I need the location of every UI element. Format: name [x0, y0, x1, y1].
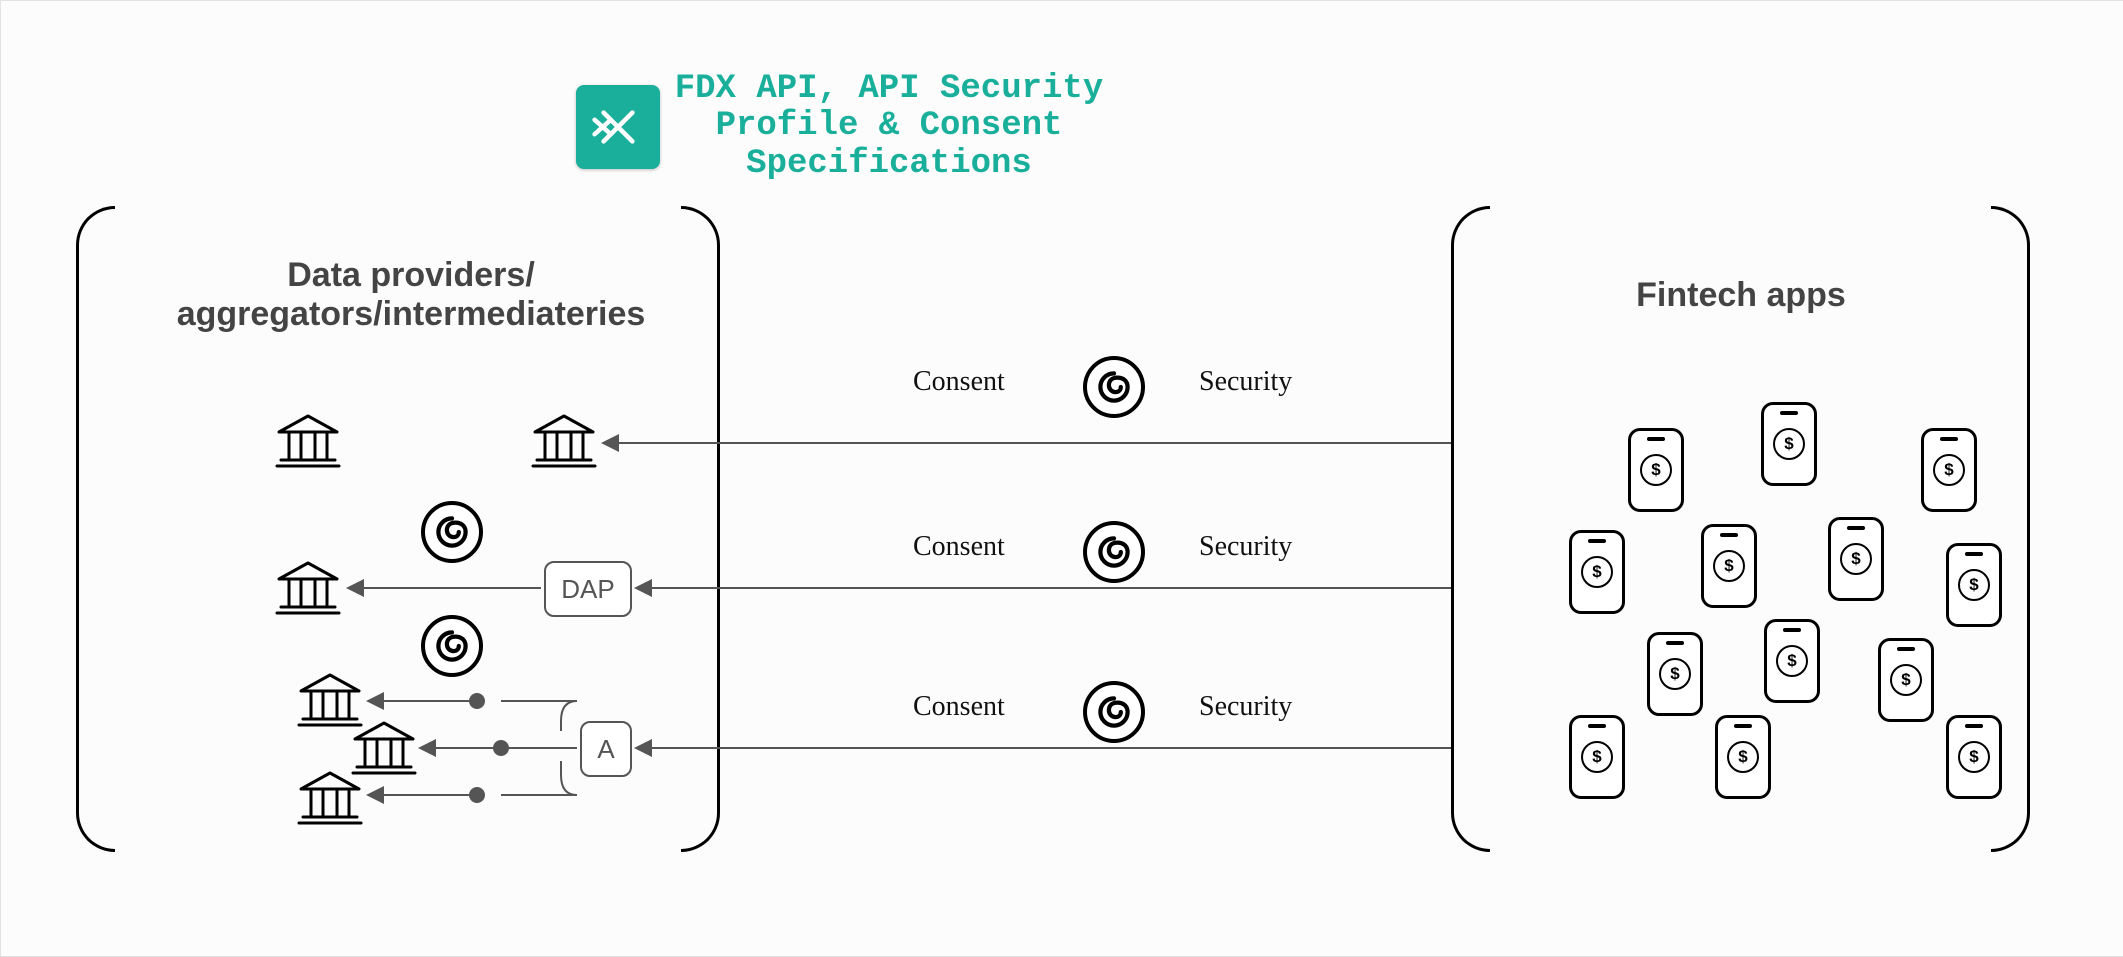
fintech-app-icon: $ — [1647, 632, 1703, 716]
diagram-title: FDX API, API Security Profile & Consent … — [674, 71, 1104, 183]
security-label-3: Security — [1199, 691, 1292, 723]
title-line-3: Specifications — [746, 145, 1032, 183]
spec-circle-icon — [1083, 681, 1145, 743]
fintech-app-icon: $ — [1946, 715, 2002, 799]
dollar-icon: $ — [1659, 658, 1691, 690]
spec-circle-icon — [1083, 521, 1145, 583]
title-line-1: FDX API, API Security — [675, 70, 1103, 108]
fintech-app-icon: $ — [1828, 517, 1884, 601]
consent-label-2: Consent — [913, 531, 1005, 563]
bank-icon — [351, 721, 417, 777]
bank-icon — [275, 414, 341, 470]
left-bracket-open — [76, 206, 115, 852]
dollar-icon: $ — [1727, 741, 1759, 773]
dap-node: DAP — [544, 561, 632, 617]
fintech-app-icon: $ — [1921, 428, 1977, 512]
aggregator-node: A — [580, 721, 632, 777]
bank-icon — [297, 771, 363, 827]
fintech-apps-heading: Fintech apps — [1501, 276, 1981, 315]
dollar-icon: $ — [1640, 454, 1672, 486]
dollar-icon: $ — [1958, 741, 1990, 773]
fintech-app-icon: $ — [1569, 715, 1625, 799]
dollar-icon: $ — [1581, 556, 1613, 588]
fintech-app-icon: $ — [1569, 530, 1625, 614]
diagram-canvas: FDX API, API Security Profile & Consent … — [0, 0, 2123, 957]
fintech-app-icon: $ — [1761, 402, 1817, 486]
consent-label-3: Consent — [913, 691, 1005, 723]
fintech-app-icon: $ — [1701, 524, 1757, 608]
fintech-app-icon: $ — [1878, 638, 1934, 722]
dollar-icon: $ — [1776, 645, 1808, 677]
data-providers-heading: Data providers/ aggregators/intermediate… — [131, 256, 691, 334]
aggregator-label: A — [597, 734, 614, 765]
bank-icon — [531, 414, 597, 470]
diagram-title-block: FDX API, API Security Profile & Consent … — [576, 71, 1104, 183]
dollar-icon: $ — [1713, 550, 1745, 582]
spec-circle-icon — [1083, 356, 1145, 418]
fdx-logo-icon — [576, 85, 660, 169]
spec-circle-icon — [421, 615, 483, 677]
fintech-app-icon: $ — [1764, 619, 1820, 703]
spec-circle-icon — [421, 501, 483, 563]
dollar-icon: $ — [1581, 741, 1613, 773]
security-label-1: Security — [1199, 366, 1292, 398]
dollar-icon: $ — [1890, 664, 1922, 696]
fintech-app-icon: $ — [1715, 715, 1771, 799]
dollar-icon: $ — [1773, 428, 1805, 460]
dap-label: DAP — [561, 574, 614, 605]
dollar-icon: $ — [1958, 569, 1990, 601]
dollar-icon: $ — [1933, 454, 1965, 486]
dollar-icon: $ — [1840, 543, 1872, 575]
bank-icon — [275, 561, 341, 617]
consent-label-1: Consent — [913, 366, 1005, 398]
fintech-app-icon: $ — [1946, 543, 2002, 627]
security-label-2: Security — [1199, 531, 1292, 563]
right-bracket-open — [1451, 206, 1490, 852]
fintech-app-icon: $ — [1628, 428, 1684, 512]
title-line-2: Profile & Consent — [716, 107, 1063, 145]
